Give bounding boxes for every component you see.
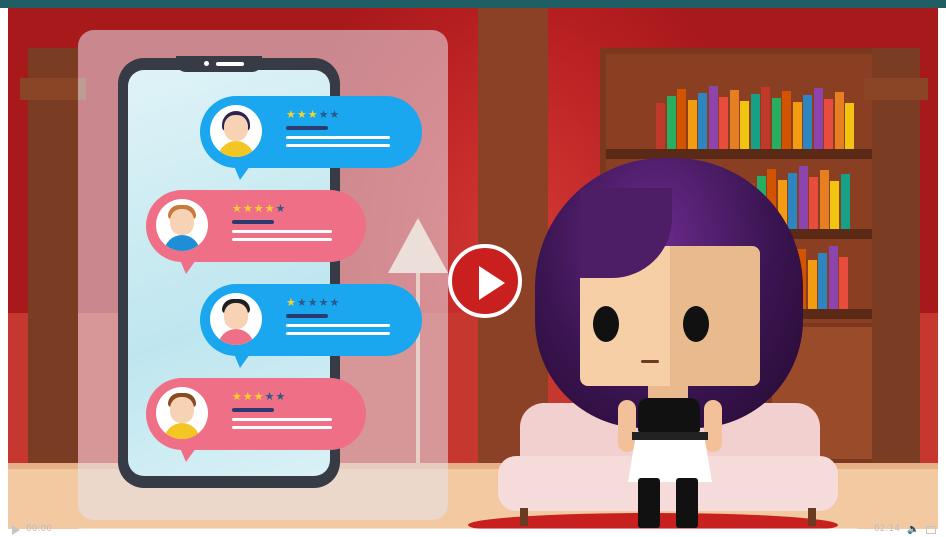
book bbox=[698, 93, 707, 149]
book bbox=[813, 88, 823, 149]
volume-icon[interactable]: 🔈 bbox=[907, 524, 919, 535]
character-top bbox=[638, 398, 700, 432]
center-pillar bbox=[478, 8, 548, 463]
character-arm bbox=[618, 400, 636, 452]
book bbox=[840, 174, 850, 229]
left-pillar bbox=[20, 48, 86, 463]
book bbox=[761, 87, 770, 149]
star-icon: ★ bbox=[318, 296, 330, 309]
player-controls: 00:00 02:14 🔈 bbox=[8, 523, 938, 537]
star-icon: ★ bbox=[286, 296, 297, 309]
play-icon bbox=[479, 266, 505, 300]
star-icon: ★ bbox=[264, 390, 276, 403]
boy-avatar-icon bbox=[156, 387, 208, 439]
star-icon: ★ bbox=[329, 296, 341, 309]
review-bubble: ★★★★★ bbox=[200, 284, 422, 368]
review-bubble: ★★★★★ bbox=[146, 190, 366, 274]
book bbox=[834, 92, 844, 149]
book bbox=[719, 97, 728, 149]
review-bubble: ★★★★★ bbox=[146, 378, 366, 462]
character-leg bbox=[676, 478, 698, 528]
book bbox=[782, 91, 791, 149]
book bbox=[828, 246, 838, 309]
book bbox=[729, 90, 739, 149]
star-rating: ★★★★★ bbox=[232, 203, 286, 215]
fullscreen-icon[interactable] bbox=[926, 526, 936, 534]
book bbox=[750, 94, 760, 149]
book bbox=[771, 98, 781, 149]
star-icon: ★ bbox=[242, 390, 254, 403]
character-eye bbox=[593, 306, 619, 342]
star-icon: ★ bbox=[232, 202, 243, 215]
book bbox=[818, 253, 827, 309]
star-icon: ★ bbox=[275, 202, 287, 215]
book bbox=[809, 177, 818, 229]
video-frame[interactable]: ★★★★★ ★★★★★ ★★★★★ ★★★★★ bbox=[8, 8, 938, 529]
book bbox=[666, 96, 676, 149]
star-icon: ★ bbox=[286, 108, 297, 121]
book bbox=[839, 257, 848, 309]
woman-avatar-icon bbox=[210, 105, 262, 157]
duration: 02:14 bbox=[874, 524, 900, 534]
control-play-icon[interactable] bbox=[12, 525, 20, 535]
man-avatar-icon bbox=[210, 293, 262, 345]
star-icon: ★ bbox=[242, 202, 254, 215]
player-top-bar bbox=[0, 0, 946, 8]
book bbox=[803, 95, 812, 149]
character-eye bbox=[683, 306, 709, 342]
character-mouth bbox=[641, 360, 659, 363]
book bbox=[798, 166, 808, 229]
star-icon: ★ bbox=[296, 296, 308, 309]
star-icon: ★ bbox=[318, 108, 330, 121]
book bbox=[740, 101, 749, 149]
star-rating: ★★★★★ bbox=[232, 391, 286, 403]
video-player[interactable]: ★★★★★ ★★★★★ ★★★★★ ★★★★★ 00:00 02:14 🔈 bbox=[0, 0, 946, 537]
book bbox=[687, 100, 697, 149]
star-icon: ★ bbox=[296, 108, 308, 121]
character-arm bbox=[704, 400, 722, 452]
star-icon: ★ bbox=[253, 202, 265, 215]
book bbox=[807, 260, 817, 309]
book bbox=[830, 181, 839, 229]
progress-bar[interactable] bbox=[78, 528, 858, 531]
star-icon: ★ bbox=[232, 390, 243, 403]
character-leg bbox=[638, 478, 660, 528]
book bbox=[824, 99, 833, 149]
phone-notch bbox=[176, 56, 262, 72]
book bbox=[845, 103, 854, 149]
book bbox=[677, 89, 686, 149]
star-icon: ★ bbox=[275, 390, 287, 403]
current-time: 00:00 bbox=[26, 524, 52, 534]
man-avatar-icon bbox=[156, 199, 208, 251]
star-icon: ★ bbox=[307, 296, 319, 309]
star-icon: ★ bbox=[307, 108, 319, 121]
right-pillar bbox=[864, 48, 928, 463]
review-bubble: ★★★★★ bbox=[200, 96, 422, 180]
play-button[interactable] bbox=[448, 244, 522, 318]
book bbox=[819, 170, 829, 229]
star-rating: ★★★★★ bbox=[286, 297, 340, 309]
star-icon: ★ bbox=[329, 108, 341, 121]
book bbox=[708, 86, 718, 149]
star-icon: ★ bbox=[264, 202, 276, 215]
book bbox=[792, 102, 802, 149]
book bbox=[788, 173, 797, 229]
star-icon: ★ bbox=[253, 390, 265, 403]
star-rating: ★★★★★ bbox=[286, 109, 340, 121]
book bbox=[656, 103, 665, 149]
